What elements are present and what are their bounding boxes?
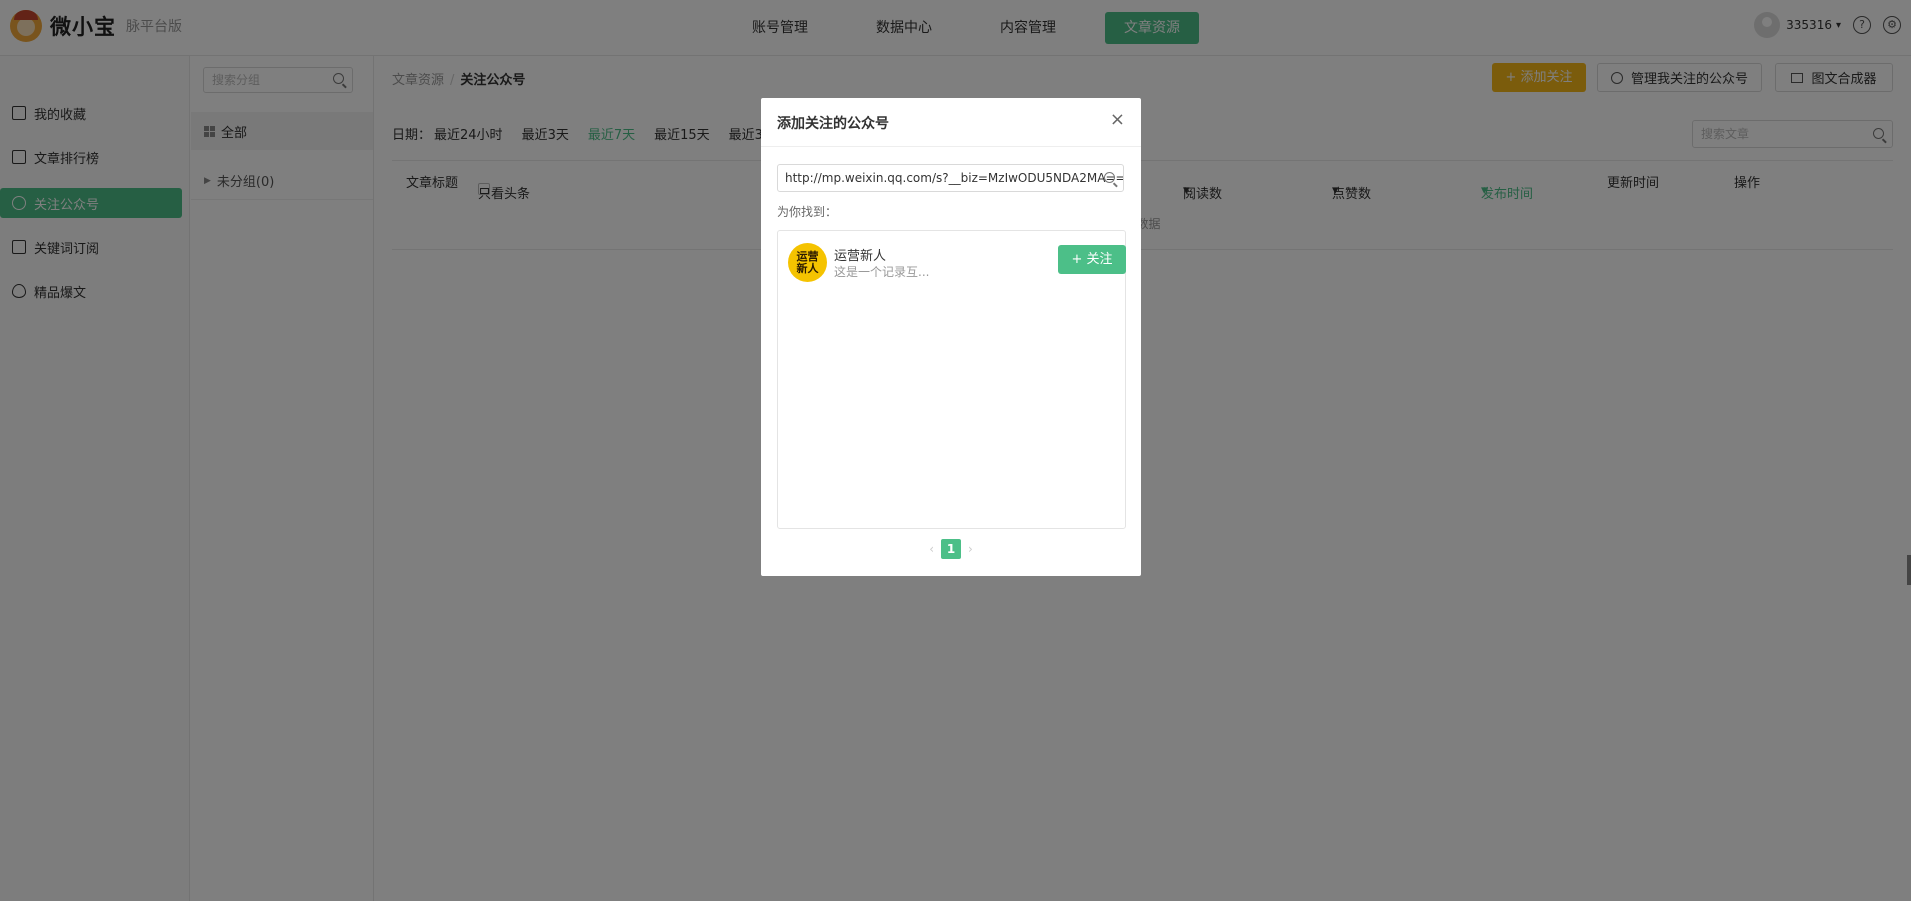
found-label: 为你找到： (777, 205, 838, 219)
page-1[interactable]: 1 (941, 539, 961, 559)
account-avatar-line2: 新人 (796, 261, 819, 275)
search-icon[interactable] (1104, 172, 1115, 183)
modal-title: 添加关注的公众号 (777, 116, 889, 132)
account-avatar-line1: 运营 (796, 249, 819, 263)
modal-header: 添加关注的公众号 × (761, 98, 1141, 147)
next-page-icon[interactable]: › (968, 542, 973, 556)
search-results: 运营 新人 运营新人 这是一个记录互... + 关注 (777, 230, 1126, 529)
prev-page-icon[interactable]: ‹ (929, 542, 934, 556)
account-name: 运营新人 (834, 249, 887, 264)
add-follow-modal: 添加关注的公众号 × http://mp.weixin.qq.com/s?__b… (761, 98, 1141, 576)
list-item: 运营 新人 运营新人 这是一个记录互... + 关注 (788, 243, 1126, 283)
account-description: 这是一个记录互... (834, 265, 930, 279)
account-avatar: 运营 新人 (788, 243, 827, 282)
close-icon[interactable]: × (1110, 111, 1125, 129)
follow-button[interactable]: + 关注 (1058, 245, 1126, 274)
account-url-input[interactable]: http://mp.weixin.qq.com/s?__biz=MzIwODU5… (777, 164, 1124, 192)
pagination: ‹ 1 › (761, 539, 1141, 559)
account-url-value[interactable]: http://mp.weixin.qq.com/s?__biz=MzIwODU5… (785, 171, 1123, 185)
